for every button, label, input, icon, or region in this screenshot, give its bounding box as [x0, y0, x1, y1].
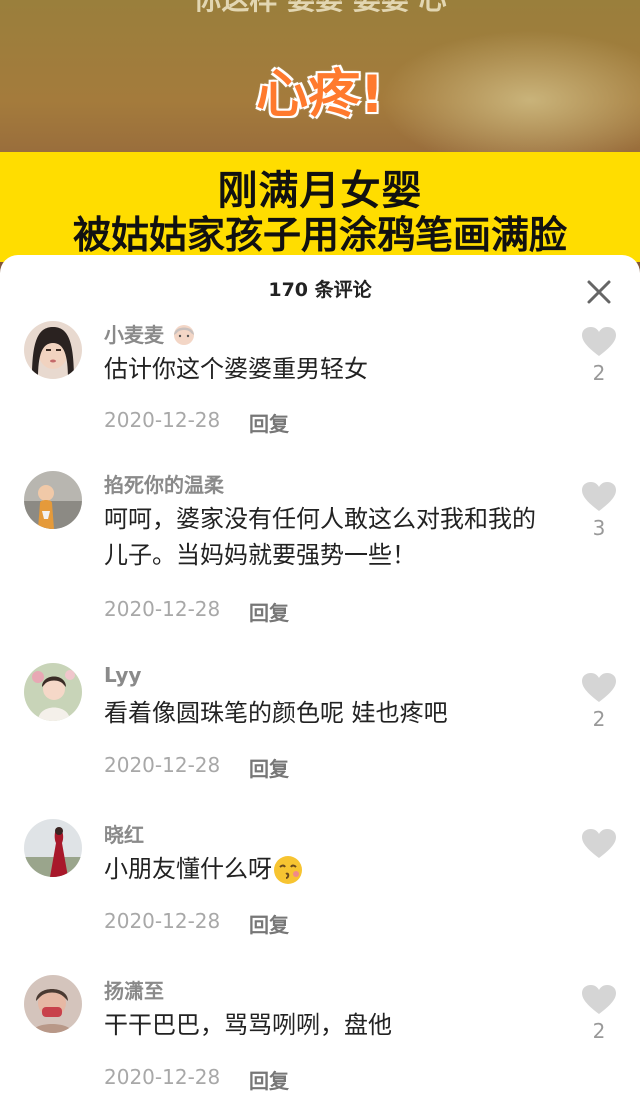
comment-nickname[interactable]: 晓红: [104, 819, 144, 848]
comment-item: 扬潇至 干干巴巴，骂骂咧咧，盘他 2020-12-28 回复 2: [0, 969, 640, 1110]
comment-nickname[interactable]: 小麦麦: [104, 319, 197, 352]
comment-date: 2020-12-28: [104, 909, 221, 933]
comment-text: 干干巴巴，骂骂咧咧，盘他: [104, 1011, 392, 1039]
heart-icon: [582, 327, 616, 356]
banner-line-2: 被姑姑家孩子用涂鸦笔画满脸: [72, 213, 567, 257]
avatar[interactable]: [24, 819, 82, 877]
like-button[interactable]: 3: [582, 482, 616, 540]
comment-nickname[interactable]: Lyy: [104, 663, 141, 687]
like-count: 2: [592, 707, 606, 731]
comment-text: 估计你这个婆婆重男轻女: [104, 355, 368, 383]
comment-text: 看着像圆珠笔的颜色呢 娃也疼吧: [104, 699, 448, 727]
comment-date: 2020-12-28: [104, 1065, 221, 1089]
comment-date: 2020-12-28: [104, 753, 221, 777]
video-banner: 刚满月女婴 被姑姑家孩子用涂鸦笔画满脸: [0, 152, 640, 262]
avatar[interactable]: [24, 975, 82, 1033]
comments-sheet: 170 条评论 小麦麦 估计你这个婆婆重男轻女 2020-12-28 回复 2 …: [0, 255, 640, 1110]
like-count: 3: [592, 516, 606, 540]
like-button[interactable]: [582, 829, 616, 863]
video-heart-title: 心疼!: [256, 65, 384, 125]
like-button[interactable]: 2: [582, 985, 616, 1043]
close-icon[interactable]: [584, 277, 614, 307]
comment-text: 小朋友懂什么呀: [104, 851, 554, 887]
avatar[interactable]: [24, 321, 82, 379]
comment-date: 2020-12-28: [104, 408, 221, 432]
girl-emoji-icon: [171, 321, 197, 352]
comments-count-title: 170 条评论: [268, 279, 372, 301]
comment-nickname[interactable]: 掐死你的温柔: [104, 469, 224, 498]
comment-text: 呵呵，婆家没有任何人敢这么对我和我的儿子。当妈妈就要强势一些！: [104, 505, 536, 569]
like-count: 2: [592, 361, 606, 385]
reply-button[interactable]: 回复: [249, 1065, 289, 1094]
heart-icon: [582, 482, 616, 511]
video-top-caption: 你这样 婆婆 婆婆 心: [0, 0, 640, 18]
heart-icon: [582, 673, 616, 702]
heart-icon: [582, 829, 616, 858]
kissing-face-emoji-icon: [272, 854, 304, 886]
comment-item: Lyy 看着像圆珠笔的颜色呢 娃也疼吧 2020-12-28 回复 2: [0, 657, 640, 812]
like-button[interactable]: 2: [582, 673, 616, 731]
comment-date: 2020-12-28: [104, 597, 221, 621]
comment-item: 掐死你的温柔 呵呵，婆家没有任何人敢这么对我和我的儿子。当妈妈就要强势一些！ 2…: [0, 467, 640, 657]
comment-nickname[interactable]: 扬潇至: [104, 975, 164, 1004]
like-button[interactable]: 2: [582, 327, 616, 385]
reply-button[interactable]: 回复: [249, 753, 289, 782]
avatar[interactable]: [24, 663, 82, 721]
reply-button[interactable]: 回复: [249, 597, 289, 626]
comment-item: 小麦麦 估计你这个婆婆重男轻女 2020-12-28 回复 2: [0, 317, 640, 467]
comment-item: 晓红 小朋友懂什么呀 2020-12-28 回复: [0, 813, 640, 968]
avatar[interactable]: [24, 471, 82, 529]
reply-button[interactable]: 回复: [249, 909, 289, 938]
comments-header: 170 条评论: [0, 255, 640, 317]
reply-button[interactable]: 回复: [249, 408, 289, 437]
heart-icon: [582, 985, 616, 1014]
like-count: 2: [592, 1019, 606, 1043]
